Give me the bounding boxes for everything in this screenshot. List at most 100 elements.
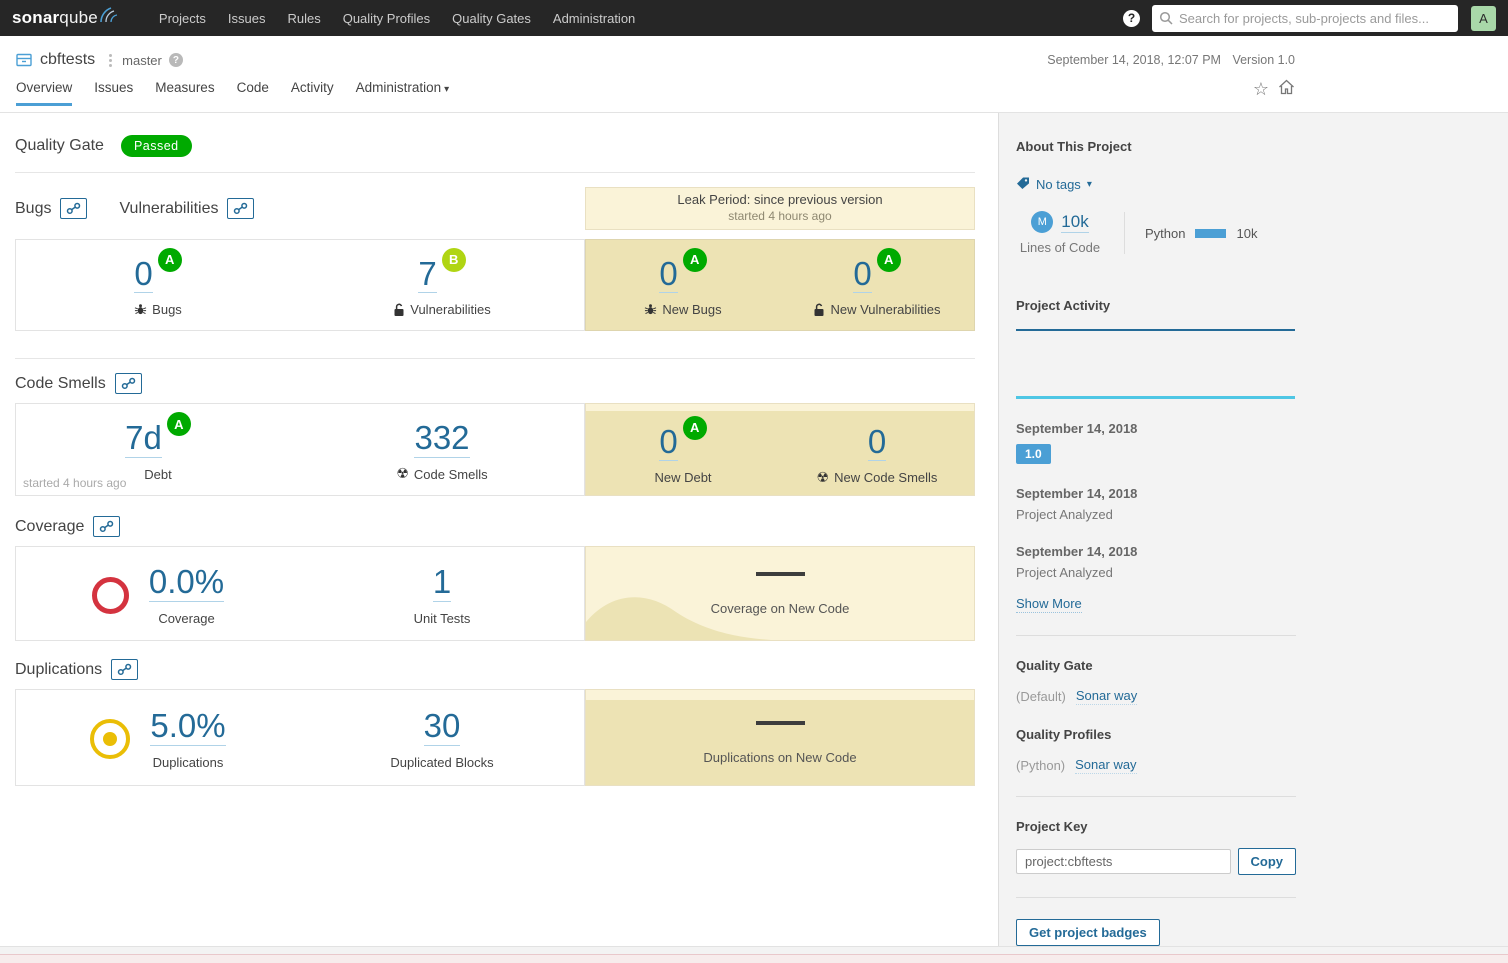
analysis-date: September 14, 2018, 12:07 PM (1047, 53, 1221, 67)
coverage-measure: 0.0% Coverage (16, 547, 300, 640)
duplications-history-button[interactable] (111, 659, 138, 680)
new-debt-rating-badge[interactable]: A (683, 416, 707, 440)
code-smells-history-button[interactable] (115, 373, 142, 394)
bugs-section-title: Bugs (15, 200, 51, 218)
code-smell-icon: ☢ (817, 471, 830, 485)
code-smells-section-title: Code Smells (15, 375, 106, 393)
bugs-measure: 0 A Bugs (16, 240, 300, 330)
search-input[interactable] (1152, 5, 1458, 32)
project-tags-selector[interactable]: No tags ▾ (1016, 176, 1296, 193)
vertical-divider (1124, 212, 1125, 254)
coverage-label: Coverage (158, 611, 214, 626)
nav-rules[interactable]: Rules (276, 0, 331, 36)
vulnerabilities-section-title: Vulnerabilities (119, 200, 218, 218)
quality-gate-scope: (Default) (1016, 689, 1066, 704)
vulnerabilities-rating-badge[interactable]: B (442, 248, 466, 272)
footer-pink-strip (0, 954, 1508, 963)
duplications-leak-panel: Duplications on New Code (585, 689, 975, 786)
project-icon (16, 53, 32, 67)
size-rating-badge: M (1031, 211, 1053, 233)
branch-help-icon[interactable]: ? (169, 53, 183, 67)
user-avatar[interactable]: A (1471, 6, 1496, 31)
bugs-history-button[interactable] (60, 198, 87, 219)
coverage-section-title: Coverage (15, 518, 84, 536)
coverage-value[interactable]: 0.0% (149, 565, 224, 602)
home-icon[interactable] (1278, 79, 1295, 98)
unit-tests-value[interactable]: 1 (433, 565, 451, 602)
project-key-input[interactable] (1016, 849, 1231, 874)
search-icon (1159, 11, 1173, 28)
page-footer (0, 946, 1508, 963)
code-smells-measure: 332 ☢ Code Smells (300, 404, 584, 495)
vulnerabilities-measure: 7 B Vulnerabilities (300, 240, 584, 330)
new-code-smells-measure: 0 ☢ New Code Smells (780, 411, 974, 495)
bugs-value[interactable]: 0 (134, 257, 152, 294)
tags-label: No tags (1036, 177, 1081, 192)
bugs-rating-badge[interactable]: A (158, 248, 182, 272)
new-vulnerabilities-label: New Vulnerabilities (830, 302, 940, 317)
nav-quality-profiles[interactable]: Quality Profiles (332, 0, 441, 36)
leak-period-subtitle: started 4 hours ago (592, 209, 968, 223)
tab-administration-label: Administration (356, 80, 442, 95)
chevron-down-icon: ▾ (444, 84, 449, 95)
bugs-leak-panel: 0 A New Bugs 0 A (585, 239, 975, 331)
leak-period-header: Leak Period: since previous version star… (585, 187, 975, 230)
new-bugs-value[interactable]: 0 (659, 257, 677, 294)
tab-administration[interactable]: Administration▾ (356, 80, 450, 106)
duplications-value[interactable]: 5.0% (150, 709, 225, 746)
show-more-link[interactable]: Show More (1016, 596, 1082, 613)
bugs-label: Bugs (152, 302, 182, 317)
new-debt-value[interactable]: 0 (659, 425, 677, 462)
unit-tests-label: Unit Tests (414, 611, 471, 626)
code-smells-value[interactable]: 332 (414, 421, 469, 458)
nav-administration[interactable]: Administration (542, 0, 646, 36)
debt-value[interactable]: 7d (125, 421, 162, 458)
quality-gate-link[interactable]: Sonar way (1076, 688, 1137, 705)
tab-code[interactable]: Code (237, 80, 269, 106)
logo-qube: qube (59, 8, 98, 27)
duplicated-blocks-value[interactable]: 30 (424, 709, 461, 746)
new-vulnerabilities-value[interactable]: 0 (853, 257, 871, 294)
lines-of-code-value[interactable]: 10k (1061, 212, 1088, 233)
tag-icon (1016, 176, 1030, 193)
new-code-smells-value[interactable]: 0 (868, 425, 886, 462)
nav-projects[interactable]: Projects (148, 0, 217, 36)
lines-of-code-label: Lines of Code (1020, 240, 1100, 255)
quality-gate-status-badge: Passed (121, 135, 192, 157)
tab-measures[interactable]: Measures (155, 80, 214, 106)
vulnerabilities-history-button[interactable] (227, 198, 254, 219)
quality-profile-link[interactable]: Sonar way (1075, 757, 1136, 774)
language-name: Python (1145, 226, 1185, 241)
new-debt-label: New Debt (654, 470, 711, 485)
coverage-new-code-label: Coverage on New Code (711, 601, 850, 616)
divider (15, 172, 975, 173)
nav-issues[interactable]: Issues (217, 0, 277, 36)
tab-issues[interactable]: Issues (94, 80, 133, 106)
bug-icon (134, 303, 147, 316)
code-smells-panel: 7d A Debt 332 ☢ Code Smells started 4 ho… (15, 403, 585, 496)
sidebar-quality-gate-title: Quality Gate (1016, 658, 1296, 673)
tab-overview[interactable]: Overview (16, 80, 72, 106)
duplicated-blocks-measure: 30 Duplicated Blocks (300, 690, 584, 785)
vulnerabilities-value[interactable]: 7 (418, 257, 436, 294)
logo-swoosh-icon (100, 6, 120, 27)
new-bugs-label: New Bugs (662, 302, 721, 317)
new-bugs-rating-badge[interactable]: A (683, 248, 707, 272)
debt-rating-badge[interactable]: A (167, 412, 191, 436)
copy-button[interactable]: Copy (1238, 848, 1297, 875)
new-vulnerabilities-rating-badge[interactable]: A (877, 248, 901, 272)
favorite-star-icon[interactable]: ☆ (1253, 80, 1269, 98)
get-project-badges-button[interactable]: Get project badges (1016, 919, 1160, 946)
activity-sparkline-graph[interactable] (1016, 329, 1295, 399)
coverage-history-button[interactable] (93, 516, 120, 537)
help-icon[interactable]: ? (1123, 10, 1140, 27)
tab-activity[interactable]: Activity (291, 80, 334, 106)
project-activity-title: Project Activity (1016, 298, 1296, 313)
navbar-links: Projects Issues Rules Quality Profiles Q… (148, 0, 646, 36)
sonarqube-logo[interactable]: sonarqube (12, 8, 120, 28)
duplications-measure: 5.0% Duplications (16, 690, 300, 785)
code-smells-label: Code Smells (414, 467, 488, 482)
duplications-new-code-label: Duplications on New Code (703, 750, 856, 765)
nav-quality-gates[interactable]: Quality Gates (441, 0, 542, 36)
bugs-panel: 0 A Bugs 7 B (15, 239, 585, 331)
